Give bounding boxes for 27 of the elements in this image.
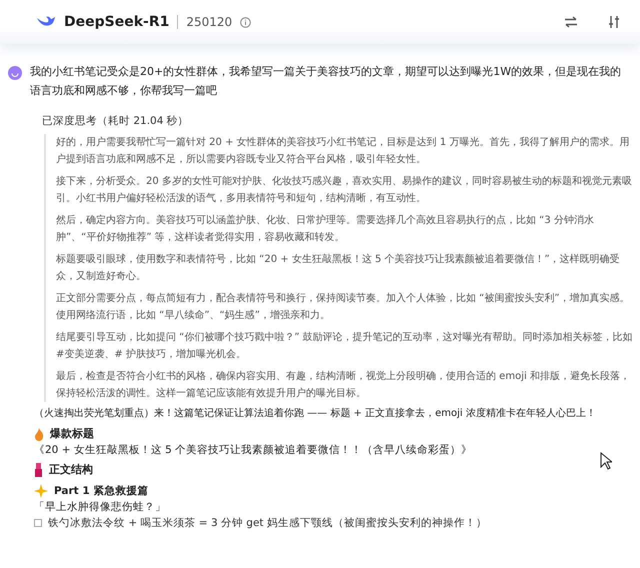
thinking-paragraph: 然后，确定内容方向。美容技巧可以涵盖护肤、化妆、日常护理等。需要选择几个高效且容易执行的点，比如 “3 分钟消水肿”、“平价好物推荐” 等，这样读者觉得实用，容易收藏和转发。 [56,214,595,245]
answer-text: 「早上水肿得像悲伤蛙？」 [34,500,167,515]
thinking-paragraph: 好的，用户需要我帮忙写一篇针对 20 + 女性群体的美容技巧小红书笔记，目标是达到 1 万曝光。首先，我得了解用户的需求。用户提到语言功底和网感不足，所以需要内容既专业又符合平台风格，吸引年轻女性。 [56,136,630,167]
avatar-icon [8,66,22,80]
thinking-paragraph: 结尾要引导互动，比如提问 “你们被哪个技巧戳中啦？” 鼓励评论，提升笔记的互动率，这对曝光有帮助。同时添加相关标签，比如 #变美逆袭、# 护肤技巧，增加曝光机会。 [56,330,634,362]
fire-icon [34,428,44,440]
sparkle-icon [34,484,48,498]
sliders-icon[interactable] [608,15,620,29]
section-heading: 正文结构 [49,462,93,478]
section-heading: Part 1 紧急救援篇 [54,484,148,499]
answer-text: 《20 + 女生狂敲黑板！这 5 个美容技巧让我素颜被追着要微信！！（含早八续命彩蛋）》 [34,443,474,458]
answer-intro: （火速掏出荧光笔划重点）来！这篇笔记保证让算法追着你跑 —— 标题 + 正文直接拿去，emoji 浓度精准卡在年轻人心巴上！ [34,406,597,421]
thinking-label[interactable]: 已深度思考（耗时 21.04 秒） [42,114,634,128]
answer-text: 铁勺冰敷法令纹 + 喝玉米须茶 = 3 分钟 get 妈生感下颚线（被闺蜜按头安利的神操作！） [48,516,487,531]
info-icon[interactable] [240,16,252,28]
user-message: 我的小红书笔记受众是20+的女性群体，我希望写一篇关于美容技巧的文章，期望可以达到曝光1W的效果，但是现在我的语言功底和网感不够，你帮我写一篇吧 [30,64,622,99]
thinking-paragraph: 最后，检查是否符合小红书的风格，确保内容实用、有趣，结构清晰，视觉上分段明确，使用合适的 emoji 和排版，避免长段落，保持轻松活泼的调性。这样一篇笔记应该能有效提升用户的曝光目标。 [56,370,631,401]
thinking-paragraph: 正文部分需要分点，每点简短有力，配合表情符号和换行，保持阅读节奏。加入个人体验，比如 “被闺蜜按头安利”，增加真实感。使用网络流行语，比如 “早八续命”、“妈生感”，增强亲和力。 [56,292,631,323]
lipstick-icon [34,463,43,477]
checkbox-icon [34,519,42,527]
thinking-paragraph: 接下来，分析受众。20 多岁的女性可能对护肤、化妆技巧感兴趣，喜欢实用、易操作的建议，同时容易被生动的标题和视觉元素吸引。小红书用户偏好轻松活泼的语气，多用表情符号和短句，结构清晰，有互动性。 [56,174,633,206]
swap-icon[interactable] [564,16,578,28]
thinking-paragraph: 标题要吸引眼球，使用数字和表情符号，比如 “20 + 女生狂敲黑板！这 5 个美容技巧让我素颜被追着要微信！”，这样既明确受众，又制造好奇心。 [56,252,621,284]
section-heading: 爆款标题 [50,426,94,442]
pointer-icon [600,452,612,470]
model-version: 250120 [186,15,232,29]
model-name: DeepSeek-R1 [64,14,170,30]
